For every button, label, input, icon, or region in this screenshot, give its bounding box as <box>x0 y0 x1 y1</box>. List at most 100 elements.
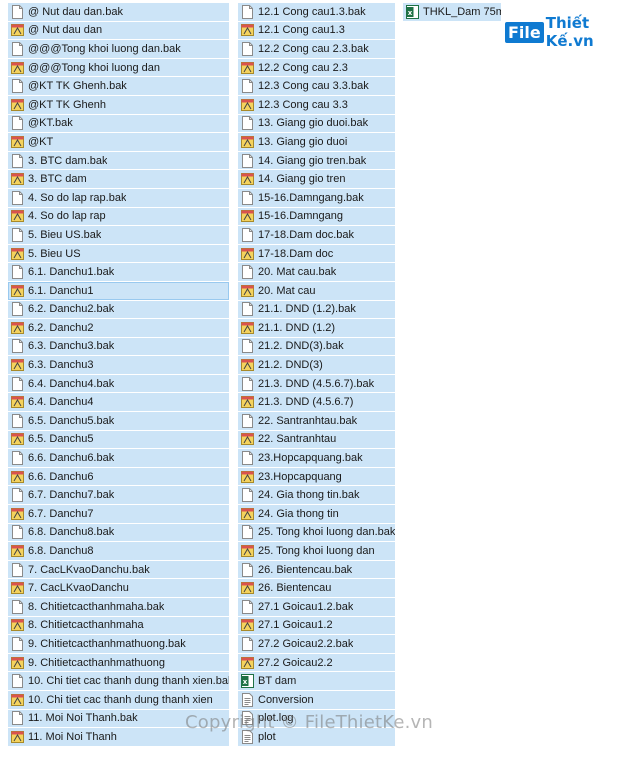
file-item[interactable]: 10. Chi tiet cac thanh dung thanh xien.b… <box>8 672 229 690</box>
file-item[interactable]: 26. Bientencau.bak <box>238 560 395 579</box>
file-item[interactable]: 27.1 Goicau1.2.bak <box>238 598 395 616</box>
file-item[interactable]: 14. Giang gio tren <box>238 170 395 188</box>
file-icon <box>11 711 24 726</box>
file-item[interactable]: 21.3. DND (4.5.6.7).bak <box>238 374 395 393</box>
file-item-label: 5. Bieu US <box>28 247 81 260</box>
file-item[interactable]: 21.2. DND(3).bak <box>238 337 395 356</box>
file-item[interactable]: 14. Giang gio tren.bak <box>238 151 395 170</box>
file-item-label: 27.1 Goicau1.2 <box>258 619 333 632</box>
file-item[interactable]: 12.1 Cong cau1.3.bak <box>238 3 395 21</box>
file-item[interactable]: 6.8. Danchu8.bak <box>8 523 229 542</box>
logo-prefix: File <box>505 21 544 43</box>
file-item[interactable]: 12.3 Cong cau 3.3 <box>238 95 395 114</box>
file-item[interactable]: @KT TK Ghenh.bak <box>8 77 229 95</box>
file-item[interactable]: 26. Bientencau <box>238 579 395 597</box>
file-item-label: 12.2 Cong cau 2.3.bak <box>258 42 369 55</box>
file-item[interactable]: 6.5. Danchu5 <box>8 430 229 449</box>
file-item[interactable]: 6.7. Danchu7 <box>8 505 229 523</box>
text-file-icon <box>241 692 254 707</box>
file-item[interactable]: 25. Tong khoi luong dan.bak <box>238 523 395 542</box>
file-item[interactable]: 11. Moi Noi Thanh <box>8 728 229 746</box>
file-item[interactable]: 17-18.Dam doc <box>238 244 395 263</box>
file-item[interactable]: 6.5. Danchu5.bak <box>8 412 229 430</box>
file-item[interactable]: 21.1. DND (1.2).bak <box>238 300 395 319</box>
file-item[interactable]: 8. Chitietcacthanhmaha.bak <box>8 598 229 616</box>
file-item[interactable]: 4. So do lap rap <box>8 207 229 226</box>
file-item[interactable]: 12.1 Cong cau1.3 <box>238 21 395 40</box>
file-item[interactable]: 15-16.Damngang <box>238 207 395 226</box>
file-item[interactable]: @KT <box>8 133 229 151</box>
file-item[interactable]: 6.7. Danchu7.bak <box>8 486 229 505</box>
file-item[interactable]: 12.3 Cong cau 3.3.bak <box>238 77 395 95</box>
file-item-label: 26. Bientencau <box>258 582 332 595</box>
file-item[interactable]: 21.2. DND(3) <box>238 356 395 374</box>
autocad-file-icon <box>11 470 24 484</box>
file-item[interactable]: 12.2 Cong cau 2.3 <box>238 58 395 77</box>
file-item[interactable]: 6.4. Danchu4.bak <box>8 374 229 393</box>
file-item[interactable]: 21.3. DND (4.5.6.7) <box>238 393 395 412</box>
file-item[interactable]: 6.2. Danchu2.bak <box>8 300 229 319</box>
file-item[interactable]: @KT.bak <box>8 114 229 133</box>
file-item[interactable]: 6.1. Danchu1.bak <box>8 263 229 281</box>
autocad-file-icon <box>11 98 24 112</box>
file-item[interactable]: 7. CacLKvaoDanchu.bak <box>8 560 229 579</box>
file-item[interactable]: 23.Hopcapquang.bak <box>238 449 395 467</box>
file-item[interactable]: 20. Mat cau.bak <box>238 263 395 281</box>
file-item[interactable]: 9. Chitietcacthanhmathuong <box>8 653 229 672</box>
file-item[interactable]: @@@Tong khoi luong dan <box>8 58 229 77</box>
file-item[interactable]: @@@Tong khoi luong dan.bak <box>8 40 229 58</box>
file-item[interactable]: 24. Gia thong tin.bak <box>238 486 395 505</box>
file-item[interactable]: 22. Santranhtau.bak <box>238 412 395 430</box>
file-item[interactable]: 6.8. Danchu8 <box>8 542 229 560</box>
file-item-label: THKL_Dam 75m <box>423 5 501 18</box>
file-item[interactable]: 6.6. Danchu6 <box>8 467 229 486</box>
file-item[interactable]: 3. BTC dam.bak <box>8 151 229 170</box>
file-item[interactable]: 5. Bieu US <box>8 244 229 263</box>
file-item[interactable]: 27.1 Goicau1.2 <box>238 616 395 635</box>
file-item[interactable]: plot.log <box>238 709 395 728</box>
file-item[interactable]: 25. Tong khoi luong dan <box>238 542 395 560</box>
file-item[interactable]: 12.2 Cong cau 2.3.bak <box>238 40 395 58</box>
file-item-label: 3. BTC dam <box>28 173 87 186</box>
file-item[interactable]: x THKL_Dam 75m <box>403 3 501 21</box>
file-item-label: 12.1 Cong cau1.3 <box>258 24 345 37</box>
file-item[interactable]: 6.6. Danchu6.bak <box>8 449 229 467</box>
file-item[interactable]: 20. Mat cau <box>238 281 395 300</box>
file-item[interactable]: plot <box>238 728 395 746</box>
file-item[interactable]: 6.3. Danchu3.bak <box>8 337 229 356</box>
file-item[interactable]: 13. Giang gio duoi <box>238 133 395 151</box>
file-item[interactable]: 10. Chi tiet cac thanh dung thanh xien <box>8 690 229 709</box>
file-item[interactable]: 6.2. Danchu2 <box>8 319 229 337</box>
file-item[interactable]: 24. Gia thong tin <box>238 505 395 523</box>
file-item[interactable]: @ Nut dau dan.bak <box>8 3 229 21</box>
autocad-file-icon <box>11 507 24 521</box>
file-item[interactable]: 5. Bieu US.bak <box>8 226 229 244</box>
file-item[interactable]: 3. BTC dam <box>8 170 229 188</box>
file-item[interactable]: 21.1. DND (1.2) <box>238 319 395 337</box>
file-item[interactable]: x BT dam <box>238 672 395 690</box>
file-item[interactable]: 23.Hopcapquang <box>238 467 395 486</box>
file-icon <box>11 41 24 56</box>
autocad-file-icon <box>11 581 24 595</box>
file-item-label: 5. Bieu US.bak <box>28 228 102 241</box>
file-item[interactable]: 27.2 Goicau2.2.bak <box>238 635 395 653</box>
file-item[interactable]: 13. Giang gio duoi.bak <box>238 114 395 133</box>
file-icon <box>11 339 24 354</box>
file-item[interactable]: 6.3. Danchu3 <box>8 356 229 374</box>
file-item[interactable]: 8. Chitietcacthanhmaha <box>8 616 229 635</box>
file-item[interactable]: 7. CacLKvaoDanchu <box>8 579 229 597</box>
file-item[interactable]: @KT TK Ghenh <box>8 95 229 114</box>
file-item[interactable]: 22. Santranhtau <box>238 430 395 449</box>
file-item[interactable]: @ Nut dau dan <box>8 21 229 40</box>
file-item[interactable]: 6.4. Danchu4 <box>8 393 229 412</box>
file-item[interactable]: 17-18.Dam doc.bak <box>238 226 395 244</box>
file-item[interactable]: 27.2 Goicau2.2 <box>238 653 395 672</box>
autocad-file-icon <box>241 432 254 446</box>
file-item[interactable]: 4. So do lap rap.bak <box>8 188 229 207</box>
file-item[interactable]: 6.1. Danchu1 <box>8 281 229 300</box>
file-item[interactable]: 11. Moi Noi Thanh.bak <box>8 709 229 728</box>
file-item[interactable]: 9. Chitietcacthanhmathuong.bak <box>8 635 229 653</box>
file-item[interactable]: 15-16.Damngang.bak <box>238 188 395 207</box>
file-item[interactable]: Conversion <box>238 690 395 709</box>
file-item-label: 6.8. Danchu8 <box>28 545 94 558</box>
